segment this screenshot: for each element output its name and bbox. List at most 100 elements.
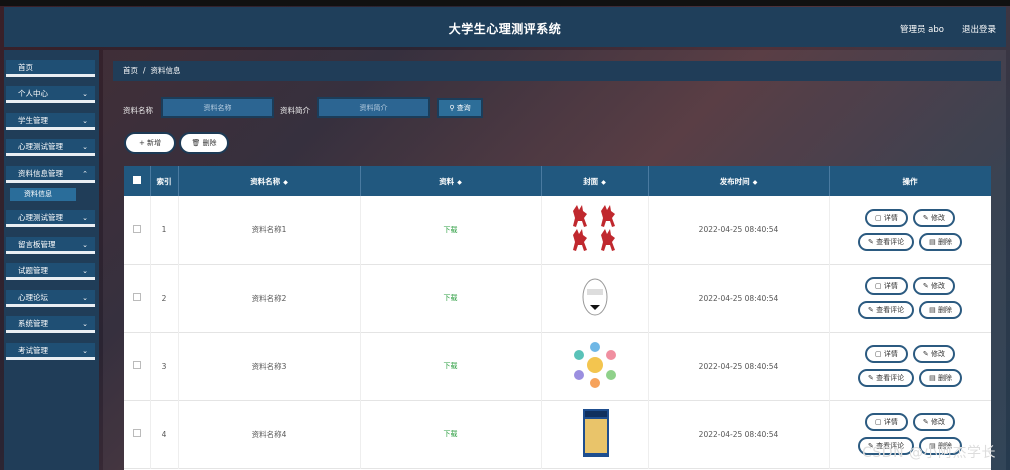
col-file[interactable]: 资料 ◆: [360, 166, 542, 196]
top-strip: [0, 0, 1010, 6]
breadcrumb: 首页 / 资料信息: [113, 61, 1001, 81]
trash-icon: ▤: [929, 237, 936, 246]
sidebar-item-material-info[interactable]: 资料信息管理 ⌃: [6, 166, 95, 183]
table-row: 1 资料名称1 下载 2022-04-25 08:40:54 ▢ 详情 ✎ 修改…: [124, 196, 991, 264]
sidebar-item-students[interactable]: 学生管理 ⌄: [6, 113, 95, 130]
pencil-icon: ✎: [868, 374, 874, 382]
search-intro-input[interactable]: [317, 97, 430, 118]
app-header: 大学生心理测评系统 管理员 abo 退出登录: [4, 7, 1006, 47]
sidebar-item-message-board[interactable]: 留言板管理 ⌄: [6, 237, 95, 254]
chevron-down-icon: ⌄: [82, 347, 88, 355]
edit-button[interactable]: ✎ 修改: [912, 208, 955, 227]
row-name: 资料名称4: [178, 400, 361, 468]
row-time: 2022-04-25 08:40:54: [648, 400, 830, 468]
sidebar: 首页 个人中心 ⌄ 学生管理 ⌄ 心理测试管理 ⌄ 资料信息管理 ⌃ 资料信息 心理测试…: [4, 50, 99, 470]
edit-button[interactable]: ✎ 修改: [912, 345, 955, 363]
edit-button[interactable]: ✎ 修改: [912, 413, 955, 431]
download-link[interactable]: 下载: [444, 294, 458, 302]
row-time: 2022-04-25 08:40:54: [648, 332, 830, 400]
doc-icon: ▢: [875, 282, 882, 290]
sidebar-item-exams[interactable]: 考试管理 ⌄: [6, 343, 95, 360]
row-checkbox[interactable]: [124, 196, 151, 264]
sidebar-item-personal-center[interactable]: 个人中心 ⌄: [6, 86, 95, 103]
sidebar-subitem-material-info[interactable]: 资料信息: [10, 188, 76, 201]
row-time: 2022-04-25 08:40:54: [648, 196, 830, 264]
watermark: CSDN @小阿杰学长: [862, 445, 996, 461]
pencil-icon: ✎: [868, 306, 874, 314]
row-checkbox[interactable]: [124, 400, 151, 468]
col-name[interactable]: 资料名称 ◆: [178, 166, 361, 196]
sidebar-item-questions[interactable]: 试题管理 ⌄: [6, 263, 95, 280]
trash-icon: ▤: [929, 306, 936, 314]
pencil-icon: ✎: [922, 350, 929, 358]
sort-icon: ◆: [457, 178, 462, 186]
detail-button[interactable]: ▢ 详情: [865, 345, 908, 363]
view-comments-button[interactable]: ✎ 查看评论: [858, 301, 915, 319]
logout-link[interactable]: 退出登录: [962, 23, 996, 35]
delete-button[interactable]: 🗑 删除: [179, 132, 229, 154]
trash-icon: ▤: [929, 374, 936, 382]
detail-button[interactable]: ▢ 详情: [865, 208, 908, 227]
table-row: 4 资料名称4 下载 2022-04-25 08:40:54 ▢ 详情 ✎ 修改…: [124, 400, 991, 468]
col-ops: 操作: [829, 166, 991, 196]
data-table: 索引 资料名称◆ 资料◆ 封面◆ 发布时间◆ 操作 1 资料名称1 下载: [124, 166, 991, 470]
row-checkbox[interactable]: [124, 332, 151, 400]
sort-icon: ◆: [752, 178, 758, 186]
download-link[interactable]: 下载: [444, 430, 458, 438]
edit-button[interactable]: ✎ 修改: [912, 277, 955, 295]
sidebar-item-psych-test-2[interactable]: 心理测试管理 ⌄: [6, 210, 95, 227]
breadcrumb-home[interactable]: 首页: [123, 66, 138, 75]
row-name: 资料名称3: [178, 332, 361, 400]
pencil-icon: ✎: [868, 237, 874, 246]
row-delete-button[interactable]: ▤ 删除: [919, 232, 962, 251]
download-link[interactable]: 下载: [444, 226, 458, 234]
search-name-input[interactable]: [161, 97, 274, 118]
breadcrumb-current: 资料信息: [150, 66, 181, 75]
sidebar-item-psych-test[interactable]: 心理测试管理 ⌄: [6, 139, 95, 156]
doc-icon: ▢: [875, 350, 882, 358]
cover-image-deer: [565, 201, 625, 257]
chevron-down-icon: ⌄: [82, 267, 88, 275]
search-name-label: 资料名称: [123, 106, 153, 115]
chevron-up-icon: ⌃: [82, 170, 88, 178]
select-all-checkbox[interactable]: [124, 166, 151, 196]
pencil-icon: ✎: [922, 418, 929, 426]
download-link[interactable]: 下载: [444, 362, 458, 370]
row-time: 2022-04-25 08:40:54: [648, 264, 830, 332]
sidebar-item-home[interactable]: 首页: [6, 60, 95, 77]
table-row: 3 资料名称3 下载 2022-04-25 08:40:54 ▢ 详情 ✎ 修改…: [124, 332, 991, 400]
chevron-down-icon: ⌄: [82, 320, 88, 328]
search-icon: ⚲: [449, 104, 455, 112]
cover-image-badge: [565, 269, 625, 325]
search-intro-label: 资料简介: [280, 106, 310, 115]
detail-button[interactable]: ▢ 详情: [865, 277, 908, 295]
cover-image-bubbles: [565, 337, 625, 393]
sidebar-item-system[interactable]: 系统管理 ⌄: [6, 316, 95, 333]
sort-icon: ◆: [283, 178, 288, 186]
col-index: 索引: [150, 166, 179, 196]
row-delete-button[interactable]: ▤ 删除: [919, 369, 962, 387]
detail-button[interactable]: ▢ 详情: [865, 413, 908, 431]
search-button[interactable]: ⚲ 查询: [437, 98, 483, 118]
sidebar-item-forum[interactable]: 心理论坛 ⌄: [6, 290, 95, 307]
chevron-down-icon: ⌄: [82, 294, 88, 302]
row-name: 资料名称1: [178, 196, 361, 264]
row-delete-button[interactable]: ▤ 删除: [919, 301, 962, 319]
plus-icon: +: [138, 139, 145, 147]
pencil-icon: ✎: [922, 282, 929, 290]
view-comments-button[interactable]: ✎ 查看评论: [858, 232, 915, 251]
chevron-down-icon: ⌄: [82, 241, 88, 249]
pencil-icon: ✎: [922, 213, 929, 222]
row-name: 资料名称2: [178, 264, 361, 332]
chevron-down-icon: ⌄: [82, 117, 88, 125]
doc-icon: ▢: [875, 418, 882, 426]
chevron-down-icon: ⌄: [82, 143, 88, 151]
col-time[interactable]: 发布时间 ◆: [648, 166, 830, 196]
chevron-down-icon: ⌄: [82, 214, 88, 222]
sort-icon: ◆: [601, 178, 606, 186]
view-comments-button[interactable]: ✎ 查看评论: [858, 369, 915, 387]
row-checkbox[interactable]: [124, 264, 151, 332]
add-button[interactable]: + 新增: [124, 132, 176, 154]
col-cover[interactable]: 封面 ◆: [541, 166, 649, 196]
main-content: 首页 / 资料信息 资料名称 资料简介 ⚲ 查询 + 新增 🗑 删除 索引 资料名称…: [103, 50, 1006, 470]
